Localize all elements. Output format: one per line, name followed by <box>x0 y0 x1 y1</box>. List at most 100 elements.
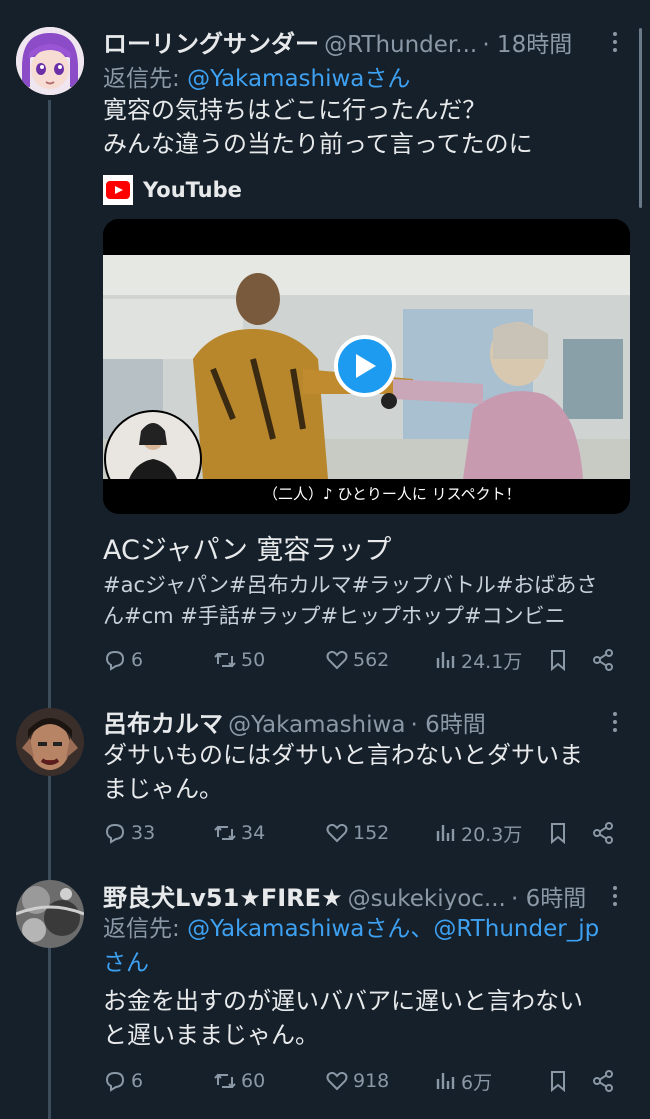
reply-prefix: 返信先: <box>103 66 180 92</box>
reply-icon <box>105 823 125 844</box>
display-name[interactable]: ローリングサンダー <box>103 30 319 56</box>
tweet-text: ダサいものにはダサいと言わないとダサいま まじゃん。 <box>103 738 583 806</box>
timestamp[interactable]: · 18時間 <box>482 32 572 56</box>
bookmark-icon <box>551 823 565 845</box>
like-count: 918 <box>353 1070 390 1092</box>
grayscale-avatar-icon <box>16 880 84 948</box>
tweet-actions: 6 60 918 6万 <box>103 1066 623 1096</box>
reply-count: 6 <box>131 649 144 671</box>
retweet-button[interactable]: 34 <box>213 818 265 848</box>
tweet-header: 野良犬Lv51★FIRE★ @sukekiyoc... · 6時間 <box>103 878 603 910</box>
user-handle[interactable]: @sukekiyoc... <box>348 886 506 910</box>
play-button[interactable] <box>334 335 396 397</box>
display-name[interactable]: 呂布カルマ <box>103 710 223 736</box>
like-icon <box>326 1071 348 1091</box>
reply-button[interactable]: 33 <box>103 818 155 848</box>
more-options-icon[interactable] <box>612 882 618 910</box>
retweet-icon <box>214 825 236 841</box>
tweet-header: ローリングサンダー @RThunder... · 18時間 <box>103 24 603 56</box>
tweet-header: 呂布カルマ @Yakamashiwa · 6時間 <box>103 704 603 736</box>
tweet-text-line: お金を出すのが遅いババアに遅いと言わない <box>103 987 583 1015</box>
views-button[interactable]: 6万 <box>433 1066 492 1096</box>
views-icon <box>436 1073 455 1089</box>
reply-button[interactable]: 6 <box>103 1066 143 1096</box>
tweet-actions: 6 50 562 24.1万 <box>103 645 623 675</box>
retweet-count: 60 <box>241 1070 266 1092</box>
bookmark-button[interactable] <box>546 645 570 675</box>
views-button[interactable]: 24.1万 <box>433 645 522 675</box>
youtube-logo-icon <box>103 175 133 205</box>
like-icon <box>326 823 348 843</box>
person-avatar-icon <box>16 708 84 776</box>
like-button[interactable]: 152 <box>325 818 389 848</box>
avatar[interactable] <box>16 708 84 776</box>
like-button[interactable]: 918 <box>325 1066 389 1096</box>
like-count: 152 <box>353 822 390 844</box>
tweet-text-line: ダサいものにはダサいと言わないとダサいま <box>103 741 583 769</box>
subtitle-caption: （二人）♪ ひとりー人に リスペクト！ <box>263 485 521 503</box>
tweet-actions: 33 34 152 20.3万 <box>103 818 623 848</box>
share-icon <box>593 649 613 671</box>
reply-mention-link[interactable]: @Yakamashiwaさん <box>187 66 410 92</box>
retweet-button[interactable]: 60 <box>213 1066 265 1096</box>
display-name[interactable]: 野良犬Lv51★FIRE★ <box>103 884 343 910</box>
share-button[interactable] <box>591 818 615 848</box>
card-description-line: #acジャパン#呂布カルマ#ラップバトル#おばあさ <box>103 573 598 597</box>
more-options-icon[interactable] <box>612 28 618 56</box>
retweet-icon <box>214 652 236 668</box>
bookmark-icon <box>551 650 565 672</box>
timestamp[interactable]: · 6時間 <box>411 712 486 736</box>
reply-icon <box>105 650 125 671</box>
retweet-count: 34 <box>241 822 266 844</box>
card-title[interactable]: ACジャパン 寛容ラップ <box>103 528 391 567</box>
anime-avatar-icon <box>16 27 84 95</box>
more-options-icon[interactable] <box>612 708 618 736</box>
user-handle[interactable]: @Yakamashiwa <box>228 712 405 736</box>
reply-mention-suffix[interactable]: さん <box>103 950 149 976</box>
video-card[interactable]: （二人）♪ ひとりー人に リスペクト！ <box>103 219 630 514</box>
reply-button[interactable]: 6 <box>103 645 143 675</box>
tweet-text-line: まじゃん。 <box>103 775 223 803</box>
scrollbar[interactable] <box>639 28 642 208</box>
retweet-count: 50 <box>241 649 266 671</box>
reply-to: 返信先: @Yakamashiwaさん、@RThunder_jp さん <box>103 912 628 980</box>
reply-mention-link[interactable]: @Yakamashiwaさん、@RThunder_jp <box>187 916 599 942</box>
tweet-text-line: と遅いままじゃん。 <box>103 1021 319 1049</box>
card-description-line: ん#cm #手話#ラップ#ヒップホップ#コンビニ <box>103 604 566 628</box>
bookmark-icon <box>551 1071 565 1093</box>
card-source[interactable]: YouTube <box>103 175 242 205</box>
card-source-label: YouTube <box>143 178 242 202</box>
user-handle[interactable]: @RThunder... <box>324 32 477 56</box>
views-count: 20.3万 <box>461 823 523 846</box>
tweet-text: お金を出すのが遅いババアに遅いと言わない と遅いままじゃん。 <box>103 984 583 1052</box>
share-button[interactable] <box>591 1066 615 1096</box>
reply-to: 返信先: @Yakamashiwaさん <box>103 59 410 93</box>
bookmark-button[interactable] <box>546 818 570 848</box>
reply-icon <box>105 1071 125 1092</box>
card-description: #acジャパン#呂布カルマ#ラップバトル#おばあさ ん#cm #手話#ラップ#ヒ… <box>103 570 597 632</box>
views-count: 24.1万 <box>461 650 523 673</box>
avatar[interactable] <box>16 27 84 95</box>
views-button[interactable]: 20.3万 <box>433 818 522 848</box>
retweet-icon <box>214 1073 236 1089</box>
play-icon <box>356 354 376 378</box>
share-icon <box>593 1070 613 1092</box>
like-button[interactable]: 562 <box>325 645 389 675</box>
share-icon <box>593 822 613 844</box>
views-count: 6万 <box>461 1071 493 1094</box>
reply-count: 6 <box>131 1070 144 1092</box>
share-button[interactable] <box>591 645 615 675</box>
like-icon <box>326 650 348 670</box>
thread-line <box>48 100 51 1119</box>
timestamp[interactable]: · 6時間 <box>511 886 586 910</box>
views-icon <box>436 652 455 668</box>
reply-prefix: 返信先: <box>103 916 180 942</box>
views-icon <box>436 825 455 841</box>
avatar[interactable] <box>16 880 84 948</box>
tweet-text: 寛容の気持ちはどこに行ったんだ？ みんな違うの当たり前って言ってたのに <box>103 93 533 161</box>
retweet-button[interactable]: 50 <box>213 645 265 675</box>
like-count: 562 <box>353 649 390 671</box>
bookmark-button[interactable] <box>546 1066 570 1096</box>
reply-count: 33 <box>131 822 156 844</box>
tweet-text-line: みんな違うの当たり前って言ってたのに <box>103 130 533 158</box>
